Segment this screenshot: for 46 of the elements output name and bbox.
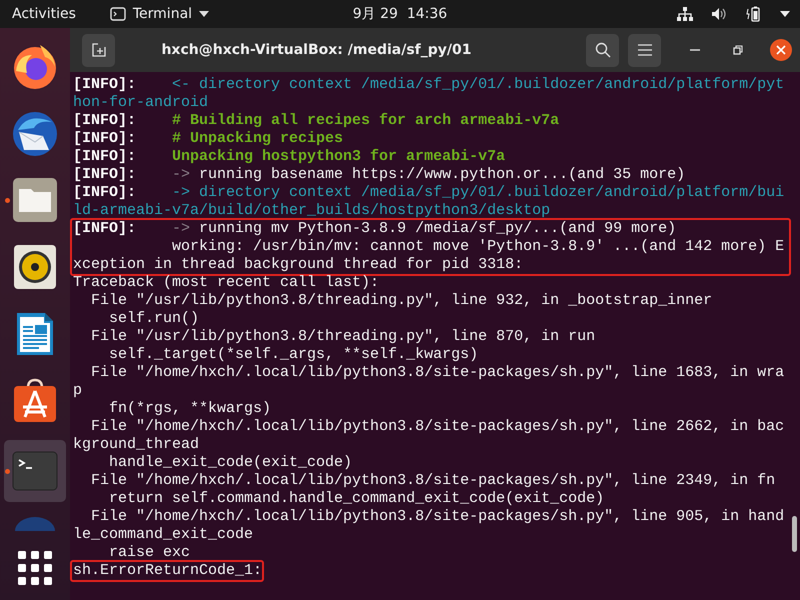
activities-button[interactable]: Activities	[12, 6, 76, 22]
terminal-line: [INFO]: -> running basename https://www.python.or...(and 35 more)	[73, 166, 686, 184]
search-icon	[594, 42, 610, 58]
terminal-line: handle_exit_code(exit_code)	[108, 454, 354, 472]
new-tab-icon	[92, 43, 106, 57]
terminal-line: working: /usr/bin/mv: cannot move 'Python-3.8.9' ...(and 142 more) Exception in thread background thread for pid 3318:	[73, 238, 786, 274]
new-tab-button[interactable]	[82, 34, 115, 66]
terminal-line: [INFO]: Unpacking hostpython3 for armeabi-v7a	[73, 148, 506, 166]
restore-icon	[733, 45, 743, 55]
search-button[interactable]	[586, 34, 619, 66]
scrollbar-thumb[interactable]	[792, 516, 797, 552]
caret-icon[interactable]	[780, 11, 790, 17]
shopping-bag-icon	[12, 378, 58, 424]
terminal-line: Traceback (most recent call last):	[73, 274, 380, 292]
terminal-line: File "/usr/lib/python3.8/threading.py", line 870, in run	[90, 328, 596, 346]
window-title: hxch@hxch-VirtualBox: /media/sf_py/01	[161, 42, 472, 58]
speaker-icon	[13, 244, 57, 290]
app-menu[interactable]: Terminal	[110, 6, 210, 22]
terminal-line: File "/home/hxch/.local/lib/python3.8/site-packages/sh.py", line 2349, in fn	[90, 472, 776, 490]
terminal-line: fn(*rgs, **kwargs)	[108, 400, 272, 418]
menu-icon	[638, 44, 652, 56]
terminal-line: [INFO]: -> running mv Python-3.8.9 /media/sf_py/...(and 99 more)	[73, 220, 678, 238]
terminal-line: self.run()	[108, 310, 200, 328]
document-icon	[15, 311, 55, 357]
minimize-icon	[690, 49, 700, 51]
app-grid-icon	[18, 551, 52, 585]
terminal-line: [INFO]: -> directory context /media/sf_py/01/.buildozer/android/platform/build-armeabi-v7a/build/other_builds/hostpython3/desktop	[73, 184, 786, 220]
terminal-icon	[110, 7, 126, 21]
terminal-line: [INFO]: # Unpacking recipes	[73, 130, 344, 148]
menu-button[interactable]	[628, 34, 661, 66]
clock[interactable]: 9月 29 14:36	[352, 5, 448, 23]
network-icon[interactable]	[677, 7, 693, 21]
caret-icon	[199, 11, 210, 17]
terminal-line: self._target(*self._args, **self._kwargs)	[108, 346, 480, 364]
terminal-line: [INFO]: <- directory context /media/sf_py/01/.buildozer/android/platform/python-for-android	[73, 76, 786, 112]
terminal-line: sh.ErrorReturnCode_1:	[73, 562, 262, 580]
battery-icon[interactable]	[746, 6, 762, 22]
folder-icon	[12, 177, 58, 223]
terminal-icon	[12, 451, 58, 491]
close-button[interactable]	[770, 39, 792, 61]
terminal-line: [INFO]: # Building all recipes for arch armeabi-v7a	[73, 112, 560, 130]
terminal-line: raise exc	[108, 544, 192, 562]
terminal-line: File "/usr/lib/python3.8/threading.py", line 932, in _bootstrap_inner	[90, 292, 714, 310]
close-icon	[776, 45, 786, 55]
terminal-line: return self.command.handle_command_exit_code(exit_code)	[108, 490, 606, 508]
volume-icon[interactable]	[711, 7, 728, 21]
